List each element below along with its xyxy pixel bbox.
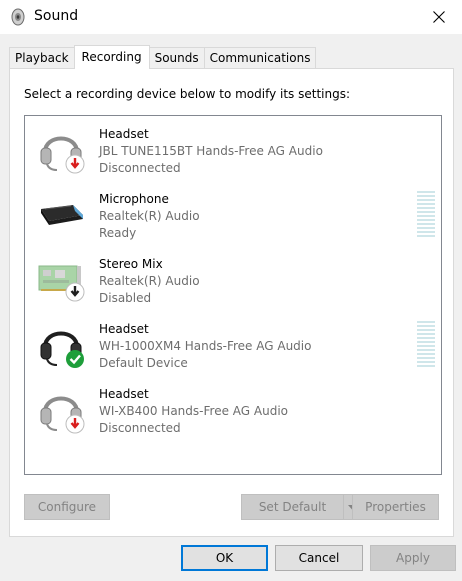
tab-sounds[interactable]: Sounds [148,47,205,68]
device-name: Stereo Mix [99,257,163,271]
tab-playback[interactable]: Playback [9,47,75,68]
instructions-text: Select a recording device below to modif… [24,87,351,101]
device-description: WH-1000XM4 Hands-Free AG Audio [99,339,312,353]
device-status: Disconnected [99,161,181,175]
device-name: Headset [99,127,149,141]
level-meter [417,321,435,369]
set-default-button[interactable]: Set Default [241,494,344,520]
list-item[interactable]: Headset WH-1000XM4 Hands-Free AG Audio D… [25,311,441,376]
level-meter [417,191,435,239]
list-item[interactable]: Stereo Mix Realtek(R) Audio Disabled [25,246,441,311]
headset-disconnected-icon [40,136,85,174]
device-description: Realtek(R) Audio [99,209,200,223]
ok-button[interactable]: OK [181,545,268,571]
device-name: Headset [99,387,149,401]
sound-card-disabled-icon [38,265,85,302]
device-status: Disconnected [99,421,181,435]
device-status: Default Device [99,356,188,370]
recording-panel: Select a recording device below to modif… [9,68,454,537]
window-title: Sound [34,8,79,24]
title-bar: Sound [0,0,462,34]
configure-button[interactable]: Configure [24,494,110,520]
list-item[interactable]: Headset JBL TUNE115BT Hands-Free AG Audi… [25,116,441,181]
close-button[interactable] [416,0,462,34]
microphone-icon [41,205,83,225]
device-list[interactable]: Headset JBL TUNE115BT Hands-Free AG Audi… [24,115,442,475]
device-name: Microphone [99,192,169,206]
tab-communications[interactable]: Communications [203,47,317,68]
cancel-button[interactable]: Cancel [275,545,363,571]
speaker-icon [11,8,25,26]
device-description: Realtek(R) Audio [99,274,200,288]
headset-disconnected-icon [40,396,85,434]
tab-recording[interactable]: Recording [73,45,150,69]
device-description: WI-XB400 Hands-Free AG Audio [99,404,288,418]
tab-strip: Playback Recording Sounds Communications [9,45,317,69]
list-item[interactable]: Headset WI-XB400 Hands-Free AG Audio Dis… [25,376,441,441]
device-name: Headset [99,322,149,336]
apply-button[interactable]: Apply [370,545,456,571]
sound-dialog: Sound Playback Recording Sounds Communic… [0,0,462,581]
device-description: JBL TUNE115BT Hands-Free AG Audio [99,144,323,158]
device-status: Disabled [99,291,152,305]
list-item[interactable]: Microphone Realtek(R) Audio Ready [25,181,441,246]
close-icon [433,11,445,23]
headset-default-icon [40,331,84,368]
properties-button[interactable]: Properties [352,494,439,520]
device-status: Ready [99,226,137,240]
